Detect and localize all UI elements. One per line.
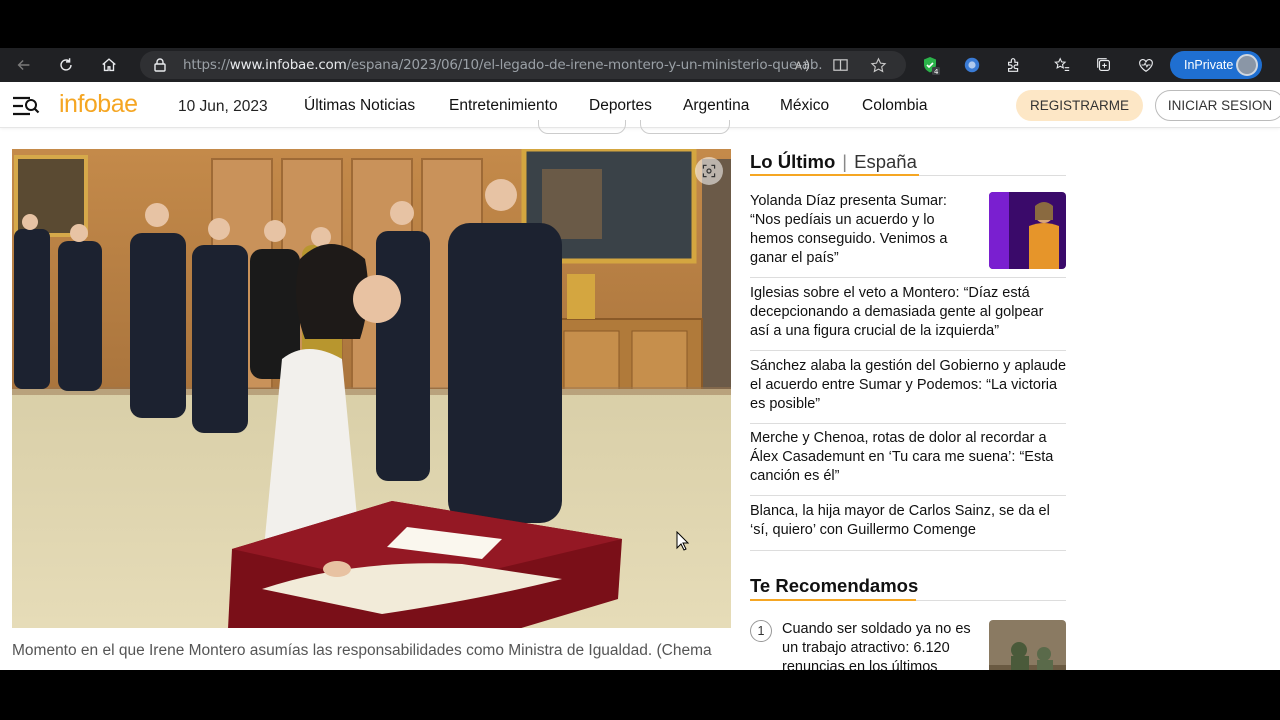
url-prefix: https:// [183, 57, 230, 73]
swearing-in-photo [12, 149, 731, 628]
news-item[interactable]: Iglesias sobre el veto a Montero: “Díaz … [750, 282, 1066, 351]
web-page: infobae 10 Jun, 2023 Últimas Noticias En… [0, 82, 1280, 670]
extensions-puzzle-icon[interactable] [1004, 55, 1024, 75]
latest-section-title[interactable]: Lo Último | España [750, 151, 917, 173]
nav-deportes[interactable]: Deportes [589, 97, 652, 115]
section-underline [750, 174, 919, 176]
svg-text:4: 4 [934, 68, 939, 75]
news-headline[interactable]: Sánchez alaba la gestión del Gobierno y … [750, 357, 1066, 414]
svg-text:A: A [795, 60, 803, 72]
menu-search-icon[interactable] [12, 95, 40, 117]
nav-mexico[interactable]: México [780, 97, 829, 115]
url-path: /espana/2023/06/10/el-legado-de-irene-mo… [346, 57, 823, 73]
site-logo[interactable]: infobae [59, 90, 138, 119]
screen: https://www.infobae.com/espana/2023/06/1… [0, 0, 1280, 720]
home-icon[interactable] [98, 54, 120, 76]
browser-essentials-icon[interactable] [1136, 55, 1156, 75]
image-search-icon[interactable] [695, 157, 723, 185]
photo-caption: Momento en el que Irene Montero asumías … [12, 642, 712, 659]
login-button[interactable]: INICIAR SESION [1155, 90, 1280, 121]
read-aloud-icon[interactable]: A [794, 57, 811, 74]
news-item[interactable]: Yolanda Díaz presenta Sumar: “Nos pedíai… [750, 192, 1066, 278]
url-text[interactable]: https://www.infobae.com/espana/2023/06/1… [183, 57, 823, 73]
lock-icon [154, 58, 166, 72]
news-item[interactable]: Merche y Chenoa, rotas de dolor al recor… [750, 427, 1066, 496]
recommended-headline[interactable]: Cuando ser soldado ya no es un trabajo a… [782, 620, 977, 670]
mouse-cursor-icon [676, 531, 690, 551]
section-underline [750, 599, 916, 601]
article-photo[interactable] [12, 149, 731, 628]
title-separator: | [842, 151, 848, 172]
back-arrow-icon[interactable] [13, 54, 35, 76]
shield-extension-icon[interactable]: 4 [920, 55, 940, 75]
news-headline[interactable]: Yolanda Díaz presenta Sumar: “Nos pedíai… [750, 192, 970, 268]
refresh-icon[interactable] [55, 54, 77, 76]
share-pill[interactable] [640, 120, 730, 134]
immersive-reader-icon[interactable] [832, 57, 849, 74]
collections-icon[interactable] [1094, 55, 1114, 75]
news-item[interactable]: Blanca, la hija mayor de Carlos Sainz, s… [750, 500, 1066, 551]
extension-badge-icon[interactable] [962, 55, 982, 75]
share-pill[interactable] [538, 120, 626, 134]
inprivate-label: InPrivate [1184, 58, 1234, 72]
recommended-thumbnail[interactable] [989, 620, 1066, 670]
news-headline[interactable]: Merche y Chenoa, rotas de dolor al recor… [750, 429, 1066, 486]
latest-subtitle: España [854, 151, 917, 172]
register-button[interactable]: REGISTRARME [1016, 90, 1143, 121]
profile-avatar [1236, 54, 1258, 76]
inprivate-button[interactable]: InPrivate [1170, 51, 1262, 79]
browser-toolbar: https://www.infobae.com/espana/2023/06/1… [0, 48, 1280, 82]
news-item[interactable]: Sánchez alaba la gestión del Gobierno y … [750, 355, 1066, 424]
address-bar[interactable]: https://www.infobae.com/espana/2023/06/1… [140, 51, 906, 79]
news-thumbnail[interactable] [989, 192, 1066, 269]
nav-ultimas-noticias[interactable]: Últimas Noticias [304, 97, 415, 115]
favorites-icon[interactable] [1052, 55, 1072, 75]
url-domain: www.infobae.com [229, 57, 347, 73]
nav-argentina[interactable]: Argentina [683, 97, 749, 115]
header-date: 10 Jun, 2023 [178, 98, 268, 115]
news-headline[interactable]: Iglesias sobre el veto a Montero: “Díaz … [750, 284, 1066, 341]
recommended-section-title: Te Recomendamos [750, 575, 918, 597]
latest-title: Lo Último [750, 151, 836, 172]
recommended-title: Te Recomendamos [750, 575, 919, 596]
news-headline[interactable]: Blanca, la hija mayor de Carlos Sainz, s… [750, 502, 1066, 540]
nav-colombia[interactable]: Colombia [862, 97, 927, 115]
nav-entretenimiento[interactable]: Entretenimiento [449, 97, 558, 115]
favorite-star-icon[interactable] [870, 57, 887, 74]
recommended-number: 1 [750, 620, 772, 642]
